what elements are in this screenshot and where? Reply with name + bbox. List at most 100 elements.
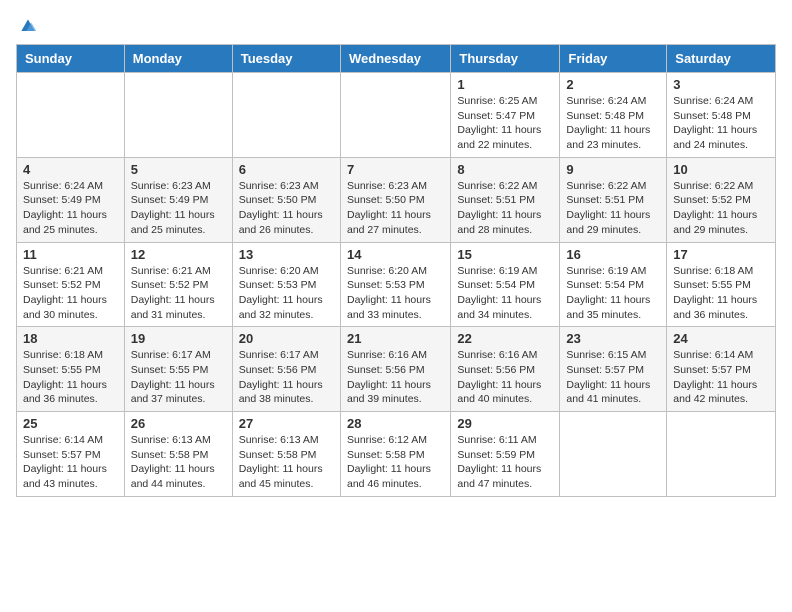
day-number: 4 bbox=[23, 162, 118, 177]
calendar-row: 11Sunrise: 6:21 AMSunset: 5:52 PMDayligh… bbox=[17, 242, 776, 327]
day-info: Sunrise: 6:17 AMSunset: 5:55 PMDaylight:… bbox=[131, 348, 226, 407]
weekday-header: Monday bbox=[124, 45, 232, 73]
calendar-row: 18 Sunrise: 6:18 AMSunset: 5:55 PMDayligh… bbox=[17, 327, 776, 412]
day-info: Sunrise: 6:14 AMSunset: 5:57 PMDaylight:… bbox=[23, 433, 118, 492]
day-number: 22 bbox=[457, 331, 553, 346]
day-number: 27 bbox=[239, 416, 334, 431]
calendar-cell: 23 Sunrise: 6:15 AMSunset: 5:57 PMDayligh… bbox=[560, 327, 667, 412]
day-info: Sunrise: 6:24 AMSunset: 5:49 PMDaylight:… bbox=[23, 179, 118, 238]
calendar-cell: 4 Sunrise: 6:24 AMSunset: 5:49 PMDaylight… bbox=[17, 157, 125, 242]
day-number: 7 bbox=[347, 162, 444, 177]
day-info: Sunrise: 6:23 AMSunset: 5:50 PMDaylight:… bbox=[347, 179, 444, 238]
day-info: Sunrise: 6:14 AMSunset: 5:57 PMDaylight:… bbox=[673, 348, 769, 407]
day-number: 24 bbox=[673, 331, 769, 346]
day-info: Sunrise: 6:13 AMSunset: 5:58 PMDaylight:… bbox=[131, 433, 226, 492]
calendar-cell: 6 Sunrise: 6:23 AMSunset: 5:50 PMDaylight… bbox=[232, 157, 340, 242]
calendar-cell: 16 Sunrise: 6:19 AMSunset: 5:54 PMDayligh… bbox=[560, 242, 667, 327]
day-info: Sunrise: 6:16 AMSunset: 5:56 PMDaylight:… bbox=[457, 348, 553, 407]
day-number: 10 bbox=[673, 162, 769, 177]
calendar-cell: 13 Sunrise: 6:20 AMSunset: 5:53 PMDayligh… bbox=[232, 242, 340, 327]
day-number: 2 bbox=[566, 77, 660, 92]
calendar-cell: 10 Sunrise: 6:22 AMSunset: 5:52 PMDayligh… bbox=[667, 157, 776, 242]
day-number: 12 bbox=[131, 247, 226, 262]
calendar-cell: 21 Sunrise: 6:16 AMSunset: 5:56 PMDayligh… bbox=[340, 327, 450, 412]
day-info: Sunrise: 6:15 AMSunset: 5:57 PMDaylight:… bbox=[566, 348, 660, 407]
day-number: 29 bbox=[457, 416, 553, 431]
day-number: 1 bbox=[457, 77, 553, 92]
calendar-cell bbox=[340, 73, 450, 158]
day-number: 23 bbox=[566, 331, 660, 346]
calendar-cell: 11Sunrise: 6:21 AMSunset: 5:52 PMDayligh… bbox=[17, 242, 125, 327]
calendar-table: SundayMondayTuesdayWednesdayThursdayFrid… bbox=[16, 44, 776, 497]
day-info: Sunrise: 6:11 AMSunset: 5:59 PMDaylight:… bbox=[457, 433, 553, 492]
calendar-cell: 19 Sunrise: 6:17 AMSunset: 5:55 PMDayligh… bbox=[124, 327, 232, 412]
calendar-cell: 20Sunrise: 6:17 AMSunset: 5:56 PMDayligh… bbox=[232, 327, 340, 412]
day-info: Sunrise: 6:22 AMSunset: 5:52 PMDaylight:… bbox=[673, 179, 769, 238]
day-number: 26 bbox=[131, 416, 226, 431]
header-row: SundayMondayTuesdayWednesdayThursdayFrid… bbox=[17, 45, 776, 73]
calendar-cell: 15Sunrise: 6:19 AMSunset: 5:54 PMDayligh… bbox=[451, 242, 560, 327]
calendar-row: 1 Sunrise: 6:25 AMSunset: 5:47 PMDaylight… bbox=[17, 73, 776, 158]
day-info: Sunrise: 6:19 AMSunset: 5:54 PMDaylight:… bbox=[566, 264, 660, 323]
weekday-header: Thursday bbox=[451, 45, 560, 73]
day-number: 14 bbox=[347, 247, 444, 262]
weekday-header: Wednesday bbox=[340, 45, 450, 73]
calendar-cell: 8Sunrise: 6:22 AMSunset: 5:51 PMDaylight… bbox=[451, 157, 560, 242]
day-info: Sunrise: 6:12 AMSunset: 5:58 PMDaylight:… bbox=[347, 433, 444, 492]
calendar-cell: 24 Sunrise: 6:14 AMSunset: 5:57 PMDayligh… bbox=[667, 327, 776, 412]
day-info: Sunrise: 6:25 AMSunset: 5:47 PMDaylight:… bbox=[457, 94, 553, 153]
weekday-header: Sunday bbox=[17, 45, 125, 73]
calendar-cell: 9 Sunrise: 6:22 AMSunset: 5:51 PMDaylight… bbox=[560, 157, 667, 242]
day-info: Sunrise: 6:23 AMSunset: 5:49 PMDaylight:… bbox=[131, 179, 226, 238]
day-info: Sunrise: 6:24 AMSunset: 5:48 PMDaylight:… bbox=[566, 94, 660, 153]
calendar-cell: 12Sunrise: 6:21 AMSunset: 5:52 PMDayligh… bbox=[124, 242, 232, 327]
calendar-cell: 2 Sunrise: 6:24 AMSunset: 5:48 PMDaylight… bbox=[560, 73, 667, 158]
calendar-cell: 3 Sunrise: 6:24 AMSunset: 5:48 PMDaylight… bbox=[667, 73, 776, 158]
day-info: Sunrise: 6:16 AMSunset: 5:56 PMDaylight:… bbox=[347, 348, 444, 407]
calendar-cell: 26 Sunrise: 6:13 AMSunset: 5:58 PMDayligh… bbox=[124, 412, 232, 497]
day-number: 17 bbox=[673, 247, 769, 262]
calendar-cell: 29 Sunrise: 6:11 AMSunset: 5:59 PMDayligh… bbox=[451, 412, 560, 497]
day-number: 3 bbox=[673, 77, 769, 92]
weekday-header: Tuesday bbox=[232, 45, 340, 73]
calendar-cell: 18 Sunrise: 6:18 AMSunset: 5:55 PMDayligh… bbox=[17, 327, 125, 412]
day-number: 21 bbox=[347, 331, 444, 346]
weekday-header: Friday bbox=[560, 45, 667, 73]
day-number: 6 bbox=[239, 162, 334, 177]
weekday-header: Saturday bbox=[667, 45, 776, 73]
calendar-cell: 22 Sunrise: 6:16 AMSunset: 5:56 PMDayligh… bbox=[451, 327, 560, 412]
calendar-cell bbox=[17, 73, 125, 158]
day-info: Sunrise: 6:18 AMSunset: 5:55 PMDaylight:… bbox=[673, 264, 769, 323]
day-info: Sunrise: 6:18 AMSunset: 5:55 PMDaylight:… bbox=[23, 348, 118, 407]
day-number: 9 bbox=[566, 162, 660, 177]
day-number: 13 bbox=[239, 247, 334, 262]
day-number: 11 bbox=[23, 247, 118, 262]
day-number: 16 bbox=[566, 247, 660, 262]
day-info: Sunrise: 6:17 AMSunset: 5:56 PMDaylight:… bbox=[239, 348, 334, 407]
calendar-cell bbox=[232, 73, 340, 158]
day-number: 19 bbox=[131, 331, 226, 346]
day-info: Sunrise: 6:19 AMSunset: 5:54 PMDaylight:… bbox=[457, 264, 553, 323]
day-info: Sunrise: 6:22 AMSunset: 5:51 PMDaylight:… bbox=[457, 179, 553, 238]
logo-icon bbox=[18, 16, 38, 36]
day-info: Sunrise: 6:22 AMSunset: 5:51 PMDaylight:… bbox=[566, 179, 660, 238]
calendar-cell: 17 Sunrise: 6:18 AMSunset: 5:55 PMDayligh… bbox=[667, 242, 776, 327]
day-info: Sunrise: 6:23 AMSunset: 5:50 PMDaylight:… bbox=[239, 179, 334, 238]
day-number: 18 bbox=[23, 331, 118, 346]
calendar-cell: 28Sunrise: 6:12 AMSunset: 5:58 PMDayligh… bbox=[340, 412, 450, 497]
calendar-row: 4 Sunrise: 6:24 AMSunset: 5:49 PMDaylight… bbox=[17, 157, 776, 242]
day-number: 5 bbox=[131, 162, 226, 177]
day-info: Sunrise: 6:20 AMSunset: 5:53 PMDaylight:… bbox=[239, 264, 334, 323]
calendar-cell: 1 Sunrise: 6:25 AMSunset: 5:47 PMDaylight… bbox=[451, 73, 560, 158]
day-info: Sunrise: 6:24 AMSunset: 5:48 PMDaylight:… bbox=[673, 94, 769, 153]
calendar-cell bbox=[124, 73, 232, 158]
day-info: Sunrise: 6:13 AMSunset: 5:58 PMDaylight:… bbox=[239, 433, 334, 492]
calendar-cell: 14 Sunrise: 6:20 AMSunset: 5:53 PMDayligh… bbox=[340, 242, 450, 327]
calendar-row: 25Sunrise: 6:14 AMSunset: 5:57 PMDayligh… bbox=[17, 412, 776, 497]
calendar-cell: 27 Sunrise: 6:13 AMSunset: 5:58 PMDayligh… bbox=[232, 412, 340, 497]
page-header bbox=[16, 16, 776, 36]
day-info: Sunrise: 6:20 AMSunset: 5:53 PMDaylight:… bbox=[347, 264, 444, 323]
calendar-cell bbox=[667, 412, 776, 497]
calendar-cell: 5 Sunrise: 6:23 AMSunset: 5:49 PMDaylight… bbox=[124, 157, 232, 242]
calendar-cell: 7 Sunrise: 6:23 AMSunset: 5:50 PMDaylight… bbox=[340, 157, 450, 242]
